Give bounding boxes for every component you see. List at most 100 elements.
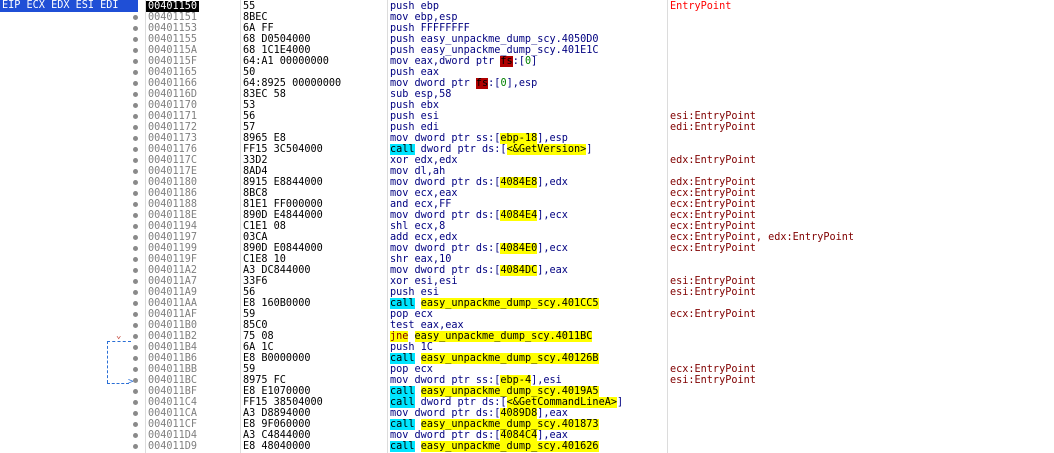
disasm-row[interactable]: 004011B6 E8 B0000000 call easy_unpackme_du… <box>0 353 1054 364</box>
row-instruction[interactable]: mov eax,dword ptr fs:[0] <box>390 56 537 67</box>
row-instruction[interactable]: sub esp,58 <box>390 89 451 100</box>
breakpoint-dot-icon[interactable] <box>133 114 138 119</box>
breakpoint-dot-icon[interactable] <box>133 290 138 295</box>
row-address[interactable]: 00401151 <box>148 12 197 23</box>
breakpoint-dot-icon[interactable] <box>133 169 138 174</box>
disasm-row[interactable]: 004011D4 A3 C4844000 mov dword ptr ds:[408… <box>0 430 1054 441</box>
row-address[interactable]: 00401173 <box>148 133 197 144</box>
row-address[interactable]: 0040117C <box>148 155 197 166</box>
disasm-row[interactable]: 004011CA A3 D8894000 mov dword ptr ds:[408… <box>0 408 1054 419</box>
disasm-row[interactable]: 00401150 55 push ebp EntryPoint <box>0 1 1054 12</box>
disasm-row[interactable]: 00401171 56 push esi esi:EntryPoint <box>0 111 1054 122</box>
row-address[interactable]: 00401170 <box>148 100 197 111</box>
row-instruction[interactable]: mov dword ptr ds:[4089D8],eax <box>390 408 568 419</box>
breakpoint-dot-icon[interactable] <box>133 257 138 262</box>
disasm-row[interactable]: 004011B0 85C0 test eax,eax <box>0 320 1054 331</box>
breakpoint-dot-icon[interactable] <box>133 246 138 251</box>
row-address[interactable]: 00401150 <box>146 1 200 12</box>
breakpoint-dot-icon[interactable] <box>133 389 138 394</box>
disasm-row[interactable]: 00401194 C1E1 08 shl ecx,8 ecx:EntryPoint <box>0 221 1054 232</box>
disasm-row[interactable]: 0040117C 33D2 xor edx,edx edx:EntryPoint <box>0 155 1054 166</box>
disasm-row[interactable]: 0040116D 83EC 58 sub esp,58 <box>0 89 1054 100</box>
row-instruction[interactable]: mov dword ptr ds:[4084DC],eax <box>390 265 568 276</box>
row-address[interactable]: 004011AF <box>148 309 197 320</box>
breakpoint-dot-icon[interactable] <box>133 81 138 86</box>
row-instruction[interactable]: push esi <box>390 287 439 298</box>
row-instruction[interactable]: call easy_unpackme_dump_scy.401873 <box>390 419 599 430</box>
row-address[interactable]: 004011A2 <box>148 265 197 276</box>
disasm-row[interactable]: 004011AA E8 160B0000 call easy_unpackme_du… <box>0 298 1054 309</box>
row-instruction[interactable]: xor esi,esi <box>390 276 457 287</box>
row-instruction[interactable]: mov ebp,esp <box>390 12 457 23</box>
disasm-row[interactable]: 004011BF E8 E1070000 call easy_unpackme_du… <box>0 386 1054 397</box>
row-instruction[interactable]: call easy_unpackme_dump_scy.4019A5 <box>390 386 599 397</box>
breakpoint-dot-icon[interactable] <box>133 103 138 108</box>
disasm-row[interactable]: 0040119F C1E8 10 shr eax,10 <box>0 254 1054 265</box>
disasm-row[interactable]: 004011CF E8 9F060000 call easy_unpackme_du… <box>0 419 1054 430</box>
row-instruction[interactable]: mov dword ptr ds:[4084E4],ecx <box>390 210 568 221</box>
breakpoint-dot-icon[interactable] <box>133 268 138 273</box>
disasm-row[interactable]: 00401199 890D E0844000 mov dword ptr ds:[4… <box>0 243 1054 254</box>
breakpoint-dot-icon[interactable] <box>133 323 138 328</box>
row-instruction[interactable]: jne easy_unpackme_dump_scy.4011BC <box>390 331 593 342</box>
disasm-row[interactable]: 00401166 64:8925 00000000 mov dword ptr fs… <box>0 78 1054 89</box>
row-instruction[interactable]: push ebp <box>390 1 439 12</box>
row-instruction[interactable]: mov dword ptr ss:[ebp-4],esi <box>390 375 562 386</box>
row-address[interactable]: 00401199 <box>148 243 197 254</box>
breakpoint-dot-icon[interactable] <box>133 147 138 152</box>
row-address[interactable]: 004011B4 <box>148 342 197 353</box>
row-instruction[interactable]: call easy_unpackme_dump_scy.401626 <box>390 441 599 452</box>
row-instruction[interactable]: mov dword ptr ss:[ebp-18],esp <box>390 133 568 144</box>
breakpoint-dot-icon[interactable] <box>133 356 138 361</box>
disasm-row[interactable]: 00401153 6A FF push FFFFFFFF <box>0 23 1054 34</box>
row-address[interactable]: 00401176 <box>148 144 197 155</box>
disassembly-listing[interactable]: 00401150 55 push ebp EntryPoint 00401151 8BEC… <box>0 1 1054 452</box>
row-address[interactable]: 0040115F <box>148 56 197 67</box>
disasm-row[interactable]: 00401197 03CA add ecx,edx ecx:EntryPoint, e… <box>0 232 1054 243</box>
row-address[interactable]: 004011CA <box>148 408 197 419</box>
breakpoint-dot-icon[interactable] <box>133 180 138 185</box>
disasm-row[interactable]: 00401151 8BEC mov ebp,esp <box>0 12 1054 23</box>
row-instruction[interactable]: push FFFFFFFF <box>390 23 470 34</box>
row-address[interactable]: 00401172 <box>148 122 197 133</box>
row-address[interactable]: 0040117E <box>148 166 197 177</box>
row-address[interactable]: 00401165 <box>148 67 197 78</box>
disasm-row[interactable]: 00401165 50 push eax <box>0 67 1054 78</box>
breakpoint-dot-icon[interactable] <box>133 422 138 427</box>
breakpoint-dot-icon[interactable] <box>133 334 138 339</box>
row-address[interactable]: 004011B6 <box>148 353 197 364</box>
breakpoint-dot-icon[interactable] <box>133 92 138 97</box>
row-instruction[interactable]: pop ecx <box>390 309 433 320</box>
breakpoint-dot-icon[interactable] <box>133 224 138 229</box>
disasm-row[interactable]: 00401173 8965 E8 mov dword ptr ss:[ebp-18]… <box>0 133 1054 144</box>
row-address[interactable]: 004011BB <box>148 364 197 375</box>
breakpoint-dot-icon[interactable] <box>133 444 138 449</box>
disasm-row[interactable]: 004011BB 59 pop ecx ecx:EntryPoint <box>0 364 1054 375</box>
disasm-row[interactable]: 004011B4 6A 1C push 1C <box>0 342 1054 353</box>
row-instruction[interactable]: mov dword ptr ds:[4084C4],eax <box>390 430 568 441</box>
row-address[interactable]: 0040119F <box>148 254 197 265</box>
disasm-row[interactable]: 0040115A 68 1C1E4000 push easy_unpackme_du… <box>0 45 1054 56</box>
row-address[interactable]: 0040115A <box>148 45 197 56</box>
breakpoint-dot-icon[interactable] <box>133 70 138 75</box>
breakpoint-dot-icon[interactable] <box>133 59 138 64</box>
disasm-row[interactable]: 00401180 8915 E8844000 mov dword ptr ds:[4… <box>0 177 1054 188</box>
breakpoint-dot-icon[interactable] <box>133 345 138 350</box>
row-instruction[interactable]: test eax,eax <box>390 320 464 331</box>
disasm-row[interactable]: 004011A2 A3 DC844000 mov dword ptr ds:[408… <box>0 265 1054 276</box>
row-instruction[interactable]: push edi <box>390 122 439 133</box>
disasm-row[interactable]: 00401188 81E1 FF000000 and ecx,FF ecx:Entry… <box>0 199 1054 210</box>
disasm-row[interactable]: 00401155 68 D0504000 push easy_unpackme_du… <box>0 34 1054 45</box>
row-address[interactable]: 00401180 <box>148 177 197 188</box>
row-instruction[interactable]: xor edx,edx <box>390 155 457 166</box>
breakpoint-dot-icon[interactable] <box>133 125 138 130</box>
row-instruction[interactable]: mov dword ptr fs:[0],esp <box>390 78 537 89</box>
row-address[interactable]: 00401197 <box>148 232 197 243</box>
row-instruction[interactable]: shr eax,10 <box>390 254 451 265</box>
breakpoint-dot-icon[interactable] <box>133 411 138 416</box>
breakpoint-dot-icon[interactable] <box>133 136 138 141</box>
breakpoint-dot-icon[interactable] <box>133 312 138 317</box>
row-instruction[interactable]: push esi <box>390 111 439 122</box>
row-instruction[interactable]: call easy_unpackme_dump_scy.40126B <box>390 353 599 364</box>
disasm-row[interactable]: 00401170 53 push ebx <box>0 100 1054 111</box>
